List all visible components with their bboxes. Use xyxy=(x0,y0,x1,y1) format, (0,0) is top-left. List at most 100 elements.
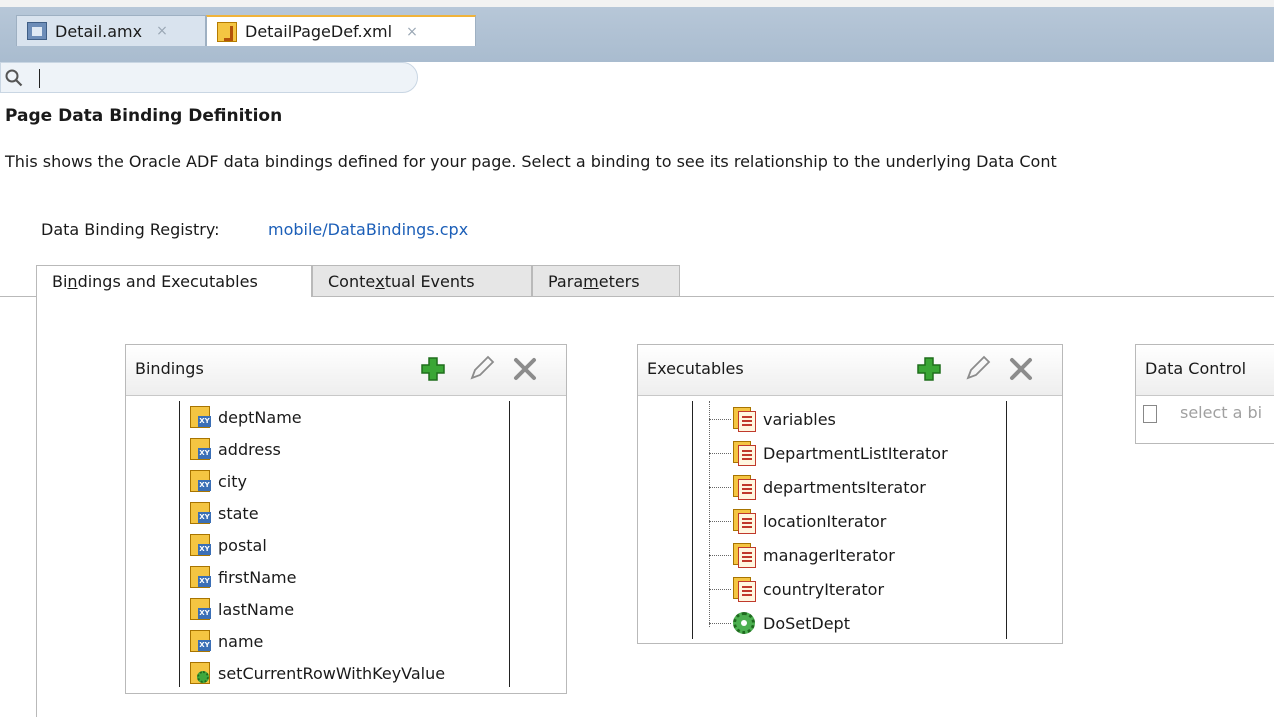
registry-label: Data Binding Registry: xyxy=(41,220,220,239)
list-item[interactable]: XY address xyxy=(190,433,281,465)
data-control-hint: select a bi xyxy=(1180,403,1263,422)
iterator-icon xyxy=(733,543,756,568)
tab-parameters[interactable]: Para m eters xyxy=(532,265,680,297)
document-icon xyxy=(1143,405,1157,423)
binding-label: firstName xyxy=(218,567,297,587)
tab-label-part: Bi xyxy=(52,272,68,291)
bindings-list: XY deptName XY address XY city XY state XY po… xyxy=(179,401,510,687)
list-item[interactable]: managerIterator xyxy=(733,539,895,571)
tab-mnemonic: n xyxy=(67,272,78,291)
amx-file-icon xyxy=(27,22,47,40)
executable-label: DepartmentListIterator xyxy=(763,443,948,463)
iterator-icon xyxy=(733,509,756,534)
tree-line xyxy=(709,487,731,488)
tab-detailpagedef-xml[interactable]: DetailPageDef.xml × xyxy=(206,15,476,46)
gear-icon xyxy=(733,612,755,634)
tab-mnemonic: x xyxy=(375,271,385,291)
list-item[interactable]: setCurrentRowWithKeyValue xyxy=(190,657,445,689)
binding-label: postal xyxy=(218,535,267,555)
tab-label-part: Para xyxy=(548,271,584,291)
executable-label: DoSetDept xyxy=(763,613,850,633)
attribute-binding-icon: XY xyxy=(190,406,211,428)
method-binding-icon xyxy=(190,662,210,684)
data-control-header: Data Control xyxy=(1136,345,1274,396)
binding-label: name xyxy=(218,631,264,651)
executables-panel: Executables variables DepartmentListIter… xyxy=(637,344,1063,644)
attribute-binding-icon: XY xyxy=(190,598,211,620)
list-item[interactable]: XY city xyxy=(190,465,247,497)
plus-icon[interactable] xyxy=(416,352,450,386)
executable-label: managerIterator xyxy=(763,545,895,565)
executables-header: Executables xyxy=(638,345,1062,396)
binding-label: city xyxy=(218,471,247,491)
tree-line xyxy=(709,521,731,522)
executables-list: variables DepartmentListIterator departm… xyxy=(692,401,1007,639)
iterator-icon xyxy=(733,441,756,466)
bindings-title: Bindings xyxy=(135,359,204,378)
binding-label: state xyxy=(218,503,259,523)
x-icon[interactable] xyxy=(508,352,542,386)
text-caret xyxy=(39,69,40,88)
pencil-icon[interactable] xyxy=(464,352,498,386)
page-title: Page Data Binding Definition xyxy=(5,106,283,126)
bindings-header: Bindings xyxy=(126,345,566,396)
registry-link[interactable]: mobile/DataBindings.cpx xyxy=(268,220,468,239)
x-icon[interactable] xyxy=(1004,352,1038,386)
tab-label: DetailPageDef.xml xyxy=(245,22,393,41)
list-item[interactable]: XY lastName xyxy=(190,593,294,625)
tab-label-part: eters xyxy=(598,271,640,291)
list-item[interactable]: XY state xyxy=(190,497,259,529)
search-icon xyxy=(5,69,23,87)
executable-label: departmentsIterator xyxy=(763,477,926,497)
attribute-binding-icon: XY xyxy=(190,438,211,460)
executable-label: locationIterator xyxy=(763,511,887,531)
tree-line xyxy=(709,401,710,627)
list-item[interactable]: XY name xyxy=(190,625,263,657)
list-item[interactable]: countryIterator xyxy=(733,573,884,605)
attribute-binding-icon: XY xyxy=(190,630,211,652)
tree-line xyxy=(709,589,731,590)
attribute-binding-icon: XY xyxy=(190,470,211,492)
panel-border xyxy=(36,296,37,717)
list-item[interactable]: DoSetDept xyxy=(733,607,850,639)
list-item[interactable]: DepartmentListIterator xyxy=(733,437,948,469)
tab-label-part: Conte xyxy=(328,271,376,291)
binding-label: lastName xyxy=(218,599,295,619)
tab-bindings-and-executables[interactable]: Bi n dings and Executables xyxy=(36,265,312,297)
tree-line xyxy=(709,555,731,556)
executable-label: countryIterator xyxy=(763,579,885,599)
tab-contextual-events[interactable]: Conte x tual Events xyxy=(312,265,532,297)
tab-mnemonic: m xyxy=(583,271,599,291)
list-item[interactable]: departmentsIterator xyxy=(733,471,926,503)
tree-line xyxy=(709,453,731,454)
tab-label: Detail.amx xyxy=(55,21,143,41)
search-input[interactable] xyxy=(0,62,418,93)
list-item[interactable]: XY deptName xyxy=(190,401,302,433)
list-item[interactable]: locationIterator xyxy=(733,505,886,537)
executables-title: Executables xyxy=(647,359,744,378)
binding-label: setCurrentRowWithKeyValue xyxy=(218,663,446,683)
tree-line xyxy=(709,623,731,624)
list-item[interactable]: variables xyxy=(733,403,836,435)
pagedef-file-icon xyxy=(217,21,237,42)
tree-line xyxy=(709,419,731,420)
executable-label: variables xyxy=(763,409,836,429)
iterator-icon xyxy=(733,407,756,432)
data-control-panel: Data Control select a bi xyxy=(1135,344,1274,444)
close-icon[interactable]: × xyxy=(156,23,168,39)
close-icon[interactable]: × xyxy=(406,24,418,40)
iterator-icon xyxy=(733,475,756,500)
attribute-binding-icon: XY xyxy=(190,566,211,588)
attribute-binding-icon: XY xyxy=(190,534,211,556)
tab-label-part: dings and Executables xyxy=(77,272,258,291)
page-description: This shows the Oracle ADF data bindings … xyxy=(5,152,1057,171)
list-item[interactable]: XY postal xyxy=(190,529,267,561)
binding-label: deptName xyxy=(218,407,302,427)
iterator-icon xyxy=(733,577,756,602)
tab-detail-amx[interactable]: Detail.amx × xyxy=(16,15,206,46)
list-item[interactable]: XY firstName xyxy=(190,561,296,593)
pencil-icon[interactable] xyxy=(960,352,994,386)
plus-icon[interactable] xyxy=(912,352,946,386)
tab-label-part: tual Events xyxy=(384,271,475,291)
binding-label: address xyxy=(218,439,281,459)
